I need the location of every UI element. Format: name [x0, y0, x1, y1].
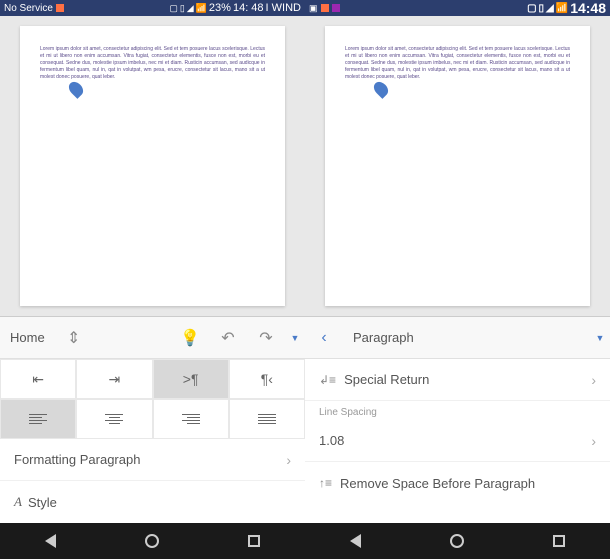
nav-bar-left: [0, 523, 305, 559]
chevron-down-icon[interactable]: ▼: [285, 333, 305, 343]
document-text[interactable]: Lorem ipsum dolor sit amet, consectetur …: [345, 46, 570, 81]
outdent-button[interactable]: ⇤: [0, 359, 76, 399]
remove-space-label: Remove Space Before Paragraph: [340, 476, 596, 491]
chevron-down-icon[interactable]: ▼: [590, 333, 610, 343]
tab-row-right: ‹ Paragraph ▼: [305, 317, 610, 359]
arrow-up-icon: ↑≡: [319, 476, 332, 490]
signal-icon: 📶: [196, 3, 207, 14]
nav-recent-button[interactable]: [248, 535, 260, 547]
notification-icon: [321, 4, 329, 12]
style-item[interactable]: A Style: [0, 481, 305, 523]
special-return-label: Special Return: [344, 372, 591, 387]
left-panel: Home ⇕ 💡 ↶ ↷ ▼ ⇤ ⇥ >¶ ¶‹: [0, 316, 305, 523]
line-spacing-value: 1.08: [319, 433, 591, 448]
nav-recent-button[interactable]: [553, 535, 565, 547]
chevron-right-icon: ›: [591, 433, 596, 449]
document-page-right[interactable]: Lorem ipsum dolor sit amet, consectetur …: [325, 26, 590, 306]
status-bar-left: No Service ▢ ▯ ◢ 📶 23% 14: 48 I WIND: [0, 0, 305, 16]
notification-icon: [56, 4, 64, 12]
back-icon[interactable]: ‹: [305, 317, 343, 358]
time-big: 14:48: [570, 0, 606, 16]
tab-home[interactable]: Home: [0, 330, 55, 345]
lightbulb-icon[interactable]: 💡: [171, 317, 209, 358]
align-right-button[interactable]: [153, 399, 229, 439]
nav-bar-right: [305, 523, 610, 559]
paragraph-mark-alt-button[interactable]: ¶‹: [229, 359, 305, 399]
paragraph-mark-button[interactable]: >¶: [153, 359, 229, 399]
indent-row: ⇤ ⇥ >¶ ¶‹: [0, 359, 305, 399]
document-page-left[interactable]: Lorem ipsum dolor sit amet, consectetur …: [20, 26, 285, 306]
status-bar-right: ▣ ▢ ▯ ◢ 📶 14:48: [305, 0, 610, 16]
chevron-right-icon: ›: [591, 372, 596, 388]
redo-icon[interactable]: ↷: [247, 317, 285, 358]
expand-icon[interactable]: ⇕: [55, 317, 93, 358]
wifi-icon: ◢: [187, 3, 194, 14]
status-bar-row: No Service ▢ ▯ ◢ 📶 23% 14: 48 I WIND ▣ ▢: [0, 0, 610, 16]
nav-back-button[interactable]: [350, 534, 361, 548]
align-row: [0, 399, 305, 439]
cursor-handle-icon[interactable]: [66, 79, 86, 99]
carrier-text: No Service: [4, 3, 53, 14]
notification-icon-2: [332, 4, 340, 12]
carrier-right: I WIND: [266, 2, 301, 14]
app-icon: ▣: [309, 3, 318, 14]
nfc-icon: ▢: [169, 3, 178, 14]
remove-space-item[interactable]: ↑≡ Remove Space Before Paragraph: [305, 462, 610, 504]
style-label: Style: [28, 495, 291, 510]
vibrate-icon: ▯: [180, 3, 185, 14]
line-spacing-item[interactable]: 1.08 ›: [305, 420, 610, 462]
vibrate-icon: ▯: [539, 3, 545, 14]
nav-home-button[interactable]: [145, 534, 159, 548]
align-center-button[interactable]: [76, 399, 152, 439]
tab-paragraph[interactable]: Paragraph: [343, 330, 424, 345]
time-text: 14: 48: [233, 2, 264, 14]
chevron-right-icon: ›: [286, 452, 291, 468]
formatting-label: Formatting Paragraph: [14, 452, 286, 467]
undo-icon[interactable]: ↶: [209, 317, 247, 358]
style-icon: A: [14, 494, 22, 510]
nav-back-button[interactable]: [45, 534, 56, 548]
document-text[interactable]: Lorem ipsum dolor sit amet, consectetur …: [40, 46, 265, 81]
tab-row-left: Home ⇕ 💡 ↶ ↷ ▼: [0, 317, 305, 359]
document-area: Lorem ipsum dolor sit amet, consectetur …: [0, 16, 610, 316]
align-justify-button[interactable]: [229, 399, 305, 439]
nav-home-button[interactable]: [450, 534, 464, 548]
right-panel: ‹ Paragraph ▼ ↲≡ Special Return › Line S…: [305, 316, 610, 523]
align-left-button[interactable]: [0, 399, 76, 439]
formatting-paragraph-item[interactable]: Formatting Paragraph ›: [0, 439, 305, 481]
wifi-icon: ◢: [546, 3, 554, 14]
return-icon: ↲≡: [319, 373, 336, 387]
indent-button[interactable]: ⇥: [76, 359, 152, 399]
line-spacing-section: Line Spacing: [305, 401, 610, 420]
nfc-icon: ▢: [527, 3, 536, 14]
cursor-handle-icon[interactable]: [371, 79, 391, 99]
battery-text: 23%: [209, 2, 231, 14]
special-return-item[interactable]: ↲≡ Special Return ›: [305, 359, 610, 401]
signal-icon: 📶: [556, 3, 568, 14]
